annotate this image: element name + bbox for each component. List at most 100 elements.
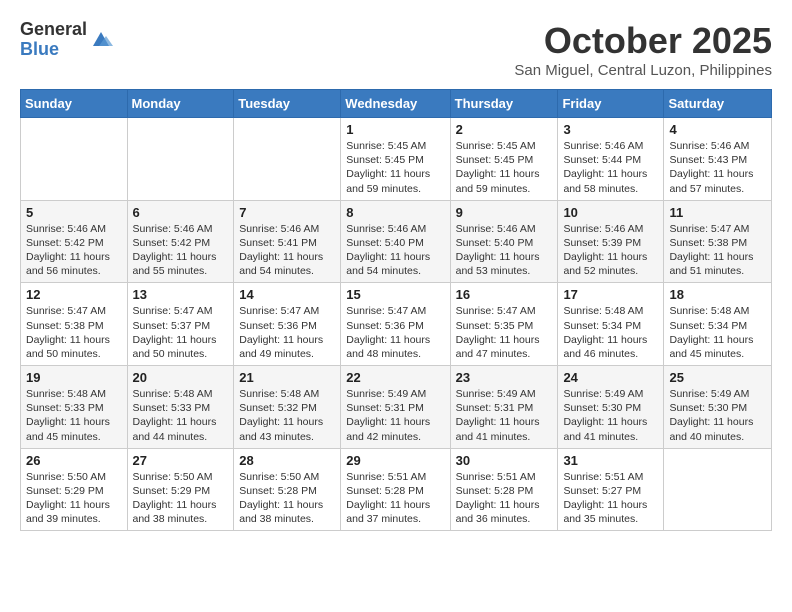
calendar-day-cell: 20Sunrise: 5:48 AM Sunset: 5:33 PM Dayli… [127,366,234,449]
logo: General Blue [20,20,113,60]
day-number: 4 [669,122,766,137]
day-info: Sunrise: 5:47 AM Sunset: 5:36 PM Dayligh… [346,304,444,361]
day-info: Sunrise: 5:46 AM Sunset: 5:44 PM Dayligh… [563,139,658,196]
day-number: 6 [133,205,229,220]
calendar-day-cell: 31 Sunrise: 5:51 AM Sunset: 5:27 PM Dayli… [558,448,664,531]
title-block: October 2025 San Miguel, Central Luzon, … [514,20,772,79]
day-number: 5 [26,205,122,220]
calendar-week-row: 26 Sunrise: 5:50 AM Sunset: 5:29 PM Dayli… [21,448,772,531]
day-info: Sunrise: 5:48 AM Sunset: 5:34 PM Dayligh… [563,304,658,361]
day-info: Sunrise: 5:49 AM Sunset: 5:30 PM Dayligh… [563,387,658,444]
calendar-day-cell: 14 Sunrise: 5:47 AM Sunset: 5:36 PM Dayli… [234,283,341,366]
day-info: Sunrise: 5:50 AM Sunset: 5:29 PM Dayligh… [133,470,229,527]
day-info: Sunrise: 5:46 AM Sunset: 5:42 PM Dayligh… [26,222,122,279]
day-number: 30 [456,453,553,468]
calendar-day-cell: 4 Sunrise: 5:46 AM Sunset: 5:43 PM Daylig… [664,118,772,201]
day-number: 9 [456,205,553,220]
calendar-day-cell: 28 Sunrise: 5:50 AM Sunset: 5:28 PM Dayli… [234,448,341,531]
day-info: Sunrise: 5:49 AM Sunset: 5:30 PM Dayligh… [669,387,766,444]
calendar-day-cell: 25 Sunrise: 5:49 AM Sunset: 5:30 PM Dayli… [664,366,772,449]
calendar-day-cell: 11 Sunrise: 5:47 AM Sunset: 5:38 PM Dayli… [664,200,772,283]
calendar-day-cell: 13 Sunrise: 5:47 AM Sunset: 5:37 PM Dayli… [127,283,234,366]
calendar-day-cell: 21Sunrise: 5:48 AM Sunset: 5:32 PM Dayli… [234,366,341,449]
day-info: Sunrise: 5:45 AM Sunset: 5:45 PM Dayligh… [346,139,444,196]
calendar-day-cell: 27Sunrise: 5:50 AM Sunset: 5:29 PM Dayli… [127,448,234,531]
weekday-header-saturday: Saturday [664,90,772,118]
day-number: 12 [26,287,122,302]
calendar-empty-cell [127,118,234,201]
day-number: 25 [669,370,766,385]
day-number: 23 [456,370,553,385]
day-number: 13 [133,287,229,302]
calendar-empty-cell [234,118,341,201]
day-number: 20 [133,370,229,385]
day-number: 2 [456,122,553,137]
day-number: 31 [563,453,658,468]
logo-general: General [20,20,87,40]
calendar-week-row: 5 Sunrise: 5:46 AM Sunset: 5:42 PM Daylig… [21,200,772,283]
calendar-day-cell: 23 Sunrise: 5:49 AM Sunset: 5:31 PM Dayli… [450,366,558,449]
calendar-day-cell: 8Sunrise: 5:46 AM Sunset: 5:40 PM Daylig… [341,200,450,283]
weekday-header-tuesday: Tuesday [234,90,341,118]
day-number: 18 [669,287,766,302]
day-number: 1 [346,122,444,137]
calendar-table: SundayMondayTuesdayWednesdayThursdayFrid… [20,89,772,531]
calendar-day-cell: 18 Sunrise: 5:48 AM Sunset: 5:34 PM Dayli… [664,283,772,366]
logo-icon [89,28,113,52]
calendar-day-cell: 9 Sunrise: 5:46 AM Sunset: 5:40 PM Daylig… [450,200,558,283]
day-number: 14 [239,287,335,302]
calendar-day-cell: 24 Sunrise: 5:49 AM Sunset: 5:30 PM Dayli… [558,366,664,449]
calendar-day-cell: 1 Sunrise: 5:45 AM Sunset: 5:45 PM Daylig… [341,118,450,201]
calendar-day-cell: 3 Sunrise: 5:46 AM Sunset: 5:44 PM Daylig… [558,118,664,201]
day-number: 21 [239,370,335,385]
calendar-day-cell: 5 Sunrise: 5:46 AM Sunset: 5:42 PM Daylig… [21,200,128,283]
day-number: 7 [239,205,335,220]
day-info: Sunrise: 5:48 AM Sunset: 5:34 PM Dayligh… [669,304,766,361]
calendar-empty-cell [664,448,772,531]
day-number: 28 [239,453,335,468]
day-number: 24 [563,370,658,385]
location-title: San Miguel, Central Luzon, Philippines [514,62,772,79]
day-number: 3 [563,122,658,137]
weekday-header-friday: Friday [558,90,664,118]
day-info: Sunrise: 5:50 AM Sunset: 5:29 PM Dayligh… [26,470,122,527]
day-info: Sunrise: 5:50 AM Sunset: 5:28 PM Dayligh… [239,470,335,527]
day-number: 26 [26,453,122,468]
day-info: Sunrise: 5:49 AM Sunset: 5:31 PM Dayligh… [346,387,444,444]
day-number: 16 [456,287,553,302]
day-info: Sunrise: 5:47 AM Sunset: 5:38 PM Dayligh… [669,222,766,279]
day-info: Sunrise: 5:45 AM Sunset: 5:45 PM Dayligh… [456,139,553,196]
calendar-day-cell: 19Sunrise: 5:48 AM Sunset: 5:33 PM Dayli… [21,366,128,449]
calendar-day-cell: 30 Sunrise: 5:51 AM Sunset: 5:28 PM Dayli… [450,448,558,531]
day-info: Sunrise: 5:46 AM Sunset: 5:40 PM Dayligh… [456,222,553,279]
calendar-day-cell: 10Sunrise: 5:46 AM Sunset: 5:39 PM Dayli… [558,200,664,283]
day-number: 15 [346,287,444,302]
calendar-empty-cell [21,118,128,201]
day-info: Sunrise: 5:46 AM Sunset: 5:42 PM Dayligh… [133,222,229,279]
day-number: 29 [346,453,444,468]
calendar-day-cell: 15 Sunrise: 5:47 AM Sunset: 5:36 PM Dayli… [341,283,450,366]
day-info: Sunrise: 5:46 AM Sunset: 5:39 PM Dayligh… [563,222,658,279]
day-info: Sunrise: 5:51 AM Sunset: 5:27 PM Dayligh… [563,470,658,527]
calendar-day-cell: 12 Sunrise: 5:47 AM Sunset: 5:38 PM Dayli… [21,283,128,366]
day-number: 11 [669,205,766,220]
day-info: Sunrise: 5:51 AM Sunset: 5:28 PM Dayligh… [456,470,553,527]
weekday-header-monday: Monday [127,90,234,118]
calendar-day-cell: 26 Sunrise: 5:50 AM Sunset: 5:29 PM Dayli… [21,448,128,531]
month-title: October 2025 [514,20,772,62]
calendar-week-row: 19Sunrise: 5:48 AM Sunset: 5:33 PM Dayli… [21,366,772,449]
day-info: Sunrise: 5:49 AM Sunset: 5:31 PM Dayligh… [456,387,553,444]
day-info: Sunrise: 5:46 AM Sunset: 5:43 PM Dayligh… [669,139,766,196]
day-number: 17 [563,287,658,302]
day-number: 8 [346,205,444,220]
day-info: Sunrise: 5:47 AM Sunset: 5:37 PM Dayligh… [133,304,229,361]
day-info: Sunrise: 5:47 AM Sunset: 5:38 PM Dayligh… [26,304,122,361]
day-info: Sunrise: 5:47 AM Sunset: 5:36 PM Dayligh… [239,304,335,361]
calendar-day-cell: 2 Sunrise: 5:45 AM Sunset: 5:45 PM Daylig… [450,118,558,201]
calendar-day-cell: 6 Sunrise: 5:46 AM Sunset: 5:42 PM Daylig… [127,200,234,283]
logo-blue: Blue [20,40,87,60]
calendar-week-row: 12 Sunrise: 5:47 AM Sunset: 5:38 PM Dayli… [21,283,772,366]
calendar-header-row: SundayMondayTuesdayWednesdayThursdayFrid… [21,90,772,118]
day-number: 22 [346,370,444,385]
day-info: Sunrise: 5:48 AM Sunset: 5:33 PM Dayligh… [26,387,122,444]
